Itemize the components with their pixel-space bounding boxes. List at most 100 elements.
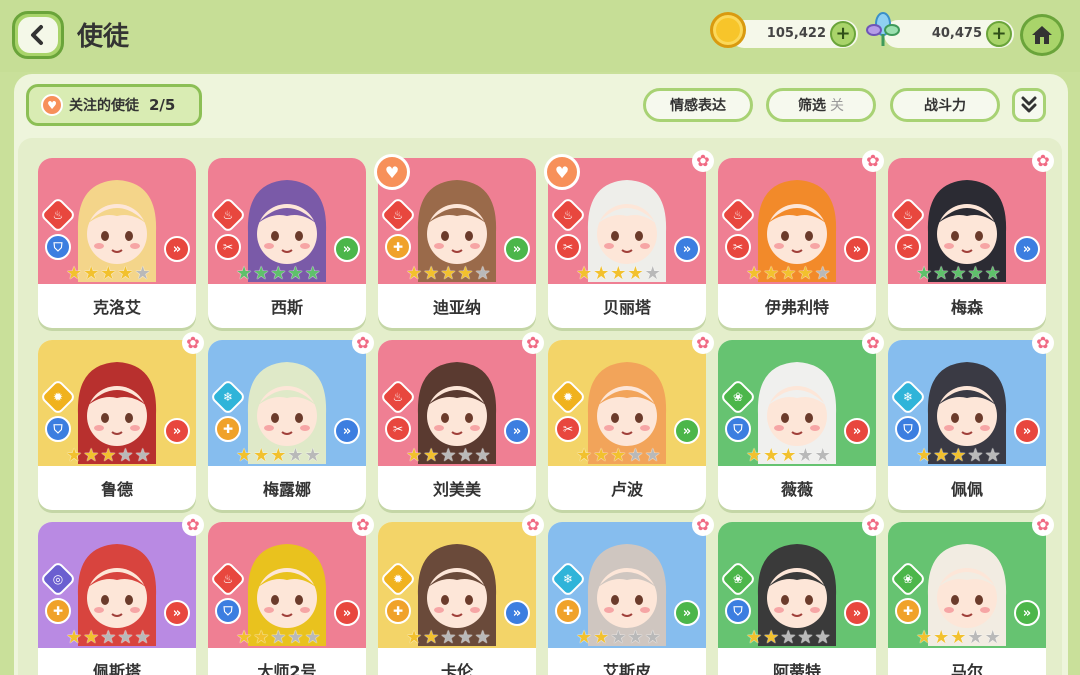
sort-power-button[interactable]: 战斗力	[890, 88, 1000, 122]
chevron-right-icon: »	[164, 418, 190, 444]
character-card[interactable]: ❀ ⛉» ★ ★ ★ ★ ★ 薇薇 ✿	[718, 332, 884, 510]
heal-role-icon: ✚	[215, 416, 241, 442]
star-rating: ★ ★ ★ ★ ★	[66, 265, 151, 283]
star-rating: ★ ★ ★ ★ ★	[746, 265, 831, 283]
character-card[interactable]: ❀ ⛉» ★ ★ ★ ★ ★ 阿蒂特 ✿	[718, 514, 884, 675]
character-card[interactable]: ♨ ✂» ★ ★ ★ ★ ★ 刘美美 ✿	[378, 332, 544, 510]
tool-role-icon: ✂	[895, 234, 921, 260]
character-name: 马尔	[950, 662, 983, 675]
filled-star-icon: ★	[576, 627, 593, 648]
filled-star-icon: ★	[746, 445, 763, 466]
followed-characters-button[interactable]: ♥ 关注的使徒 2/5	[26, 84, 202, 126]
empty-star-icon: ★	[814, 263, 831, 284]
favorite-heart-icon[interactable]: ♥	[374, 154, 410, 190]
character-name: 刘美美	[432, 480, 481, 499]
flower-icon: ✿	[692, 150, 714, 172]
character-card[interactable]: ❄ ⛉» ★ ★ ★ ★ ★ 佩佩 ✿	[888, 332, 1054, 510]
empty-star-icon: ★	[814, 445, 831, 466]
favorite-heart-icon[interactable]: ♥	[544, 154, 580, 190]
add-gold-button[interactable]: +	[830, 21, 856, 47]
empty-star-icon: ★	[797, 445, 814, 466]
character-name: 大师2号	[257, 662, 317, 675]
top-bar: 使徒 105,422 + 40,475 +	[0, 0, 1080, 72]
character-card[interactable]: ♨ ✂» ★ ★ ★ ★ ★ 贝丽塔 ✿ ♥	[544, 150, 714, 328]
filter-label: 筛选	[798, 98, 826, 114]
chevron-right-icon: »	[844, 418, 870, 444]
emotion-button[interactable]: 情感表达	[643, 88, 753, 122]
filled-star-icon: ★	[66, 445, 83, 466]
filter-state: 关	[830, 98, 844, 114]
filled-star-icon: ★	[576, 263, 593, 284]
filled-star-icon: ★	[746, 263, 763, 284]
filled-star-icon: ★	[270, 445, 287, 466]
chevron-right-icon: »	[164, 236, 190, 262]
filled-star-icon: ★	[457, 263, 474, 284]
empty-star-icon: ★	[474, 627, 491, 648]
filled-star-icon: ★	[66, 627, 83, 648]
empty-star-icon: ★	[644, 263, 661, 284]
character-name: 阿蒂特	[772, 662, 821, 675]
filled-star-icon: ★	[253, 627, 270, 648]
character-card[interactable]: ❄ ✚» ★ ★ ★ ★ ★ 艾斯皮 ✿	[548, 514, 714, 675]
filled-star-icon: ★	[423, 627, 440, 648]
filled-star-icon: ★	[950, 445, 967, 466]
heal-role-icon: ✚	[895, 598, 921, 624]
empty-star-icon: ★	[457, 627, 474, 648]
character-card[interactable]: ♨ ⛉» ★ ★ ★ ★ ★ 大师2号 ✿	[208, 514, 374, 675]
character-card[interactable]: ♨ ✂» ★ ★ ★ ★ ★ 西斯	[208, 158, 366, 328]
character-card[interactable]: ✹ ⛉» ★ ★ ★ ★ ★ 鲁德 ✿	[38, 332, 204, 510]
filled-star-icon: ★	[780, 263, 797, 284]
character-name: 卢波	[610, 480, 643, 499]
shield-role-icon: ⛉	[725, 416, 751, 442]
character-name: 贝丽塔	[602, 298, 651, 317]
empty-star-icon: ★	[287, 627, 304, 648]
empty-star-icon: ★	[644, 445, 661, 466]
filter-button[interactable]: 筛选 关	[766, 88, 876, 122]
filled-star-icon: ★	[440, 263, 457, 284]
chevron-right-icon: »	[504, 418, 530, 444]
filled-star-icon: ★	[406, 445, 423, 466]
star-rating: ★ ★ ★ ★ ★	[66, 629, 151, 647]
empty-star-icon: ★	[117, 627, 134, 648]
character-card[interactable]: ♨ ✚» ★ ★ ★ ★ ★ 迪亚纳 ♥	[374, 154, 536, 328]
crystal-flower-icon	[866, 12, 900, 46]
filled-star-icon: ★	[83, 627, 100, 648]
character-card[interactable]: ✹ ✚» ★ ★ ★ ★ ★ 卡伦 ✿	[378, 514, 544, 675]
empty-star-icon: ★	[304, 627, 321, 648]
filled-star-icon: ★	[100, 263, 117, 284]
back-button[interactable]	[12, 11, 64, 59]
character-name: 卡伦	[440, 662, 473, 675]
character-name: 薇薇	[780, 480, 813, 499]
home-icon	[1032, 26, 1052, 44]
empty-star-icon: ★	[457, 445, 474, 466]
home-button[interactable]	[1020, 14, 1064, 56]
sort-label: 战斗力	[924, 98, 966, 114]
filled-star-icon: ★	[83, 263, 100, 284]
chevron-right-icon: »	[844, 600, 870, 626]
filled-star-icon: ★	[66, 263, 83, 284]
gem-amount: 40,475	[931, 26, 982, 41]
empty-star-icon: ★	[610, 627, 627, 648]
character-card[interactable]: ❀ ✚» ★ ★ ★ ★ ★ 马尔 ✿	[888, 514, 1054, 675]
empty-star-icon: ★	[474, 445, 491, 466]
filled-star-icon: ★	[967, 263, 984, 284]
character-card[interactable]: ❄ ✚» ★ ★ ★ ★ ★ 梅露娜 ✿	[208, 332, 374, 510]
star-rating: ★ ★ ★ ★ ★	[236, 447, 321, 465]
empty-star-icon: ★	[797, 627, 814, 648]
add-gem-button[interactable]: +	[986, 21, 1012, 47]
filled-star-icon: ★	[797, 263, 814, 284]
character-card[interactable]: ✹ ✂» ★ ★ ★ ★ ★ 卢波 ✿	[548, 332, 714, 510]
character-card[interactable]: ◎ ✚» ★ ★ ★ ★ ★ 佩斯塔 ✿	[38, 514, 204, 675]
tool-role-icon: ✂	[725, 234, 751, 260]
character-card[interactable]: ♨ ✂» ★ ★ ★ ★ ★ 伊弗利特 ✿	[718, 150, 884, 328]
expand-button[interactable]	[1012, 88, 1046, 122]
empty-star-icon: ★	[117, 445, 134, 466]
chevron-right-icon: »	[1014, 418, 1040, 444]
empty-star-icon: ★	[100, 627, 117, 648]
filled-star-icon: ★	[406, 263, 423, 284]
character-card[interactable]: ♨ ✂» ★ ★ ★ ★ ★ 梅森 ✿	[888, 150, 1054, 328]
filled-star-icon: ★	[627, 263, 644, 284]
star-rating: ★ ★ ★ ★ ★	[236, 265, 321, 283]
filled-star-icon: ★	[950, 263, 967, 284]
character-card[interactable]: ♨ ⛉» ★ ★ ★ ★ ★ 克洛艾	[38, 158, 196, 328]
